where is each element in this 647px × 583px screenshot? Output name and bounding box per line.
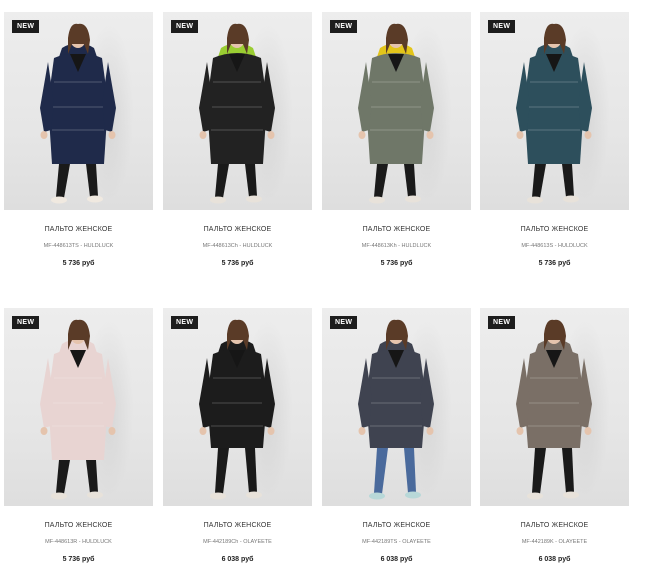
product-image[interactable]: NEW — [4, 308, 153, 506]
product-price: 5 736 руб — [221, 260, 254, 267]
model-figure — [40, 319, 116, 500]
product-card[interactable]: NEW ПАЛЬТО ЖЕНСКОЕ MF-448613S - HULDLUCK 5 … — [480, 12, 629, 267]
product-title[interactable]: ПАЛЬТО ЖЕНСКОЕ — [322, 226, 471, 233]
product-image[interactable]: NEW — [480, 12, 629, 210]
new-badge: NEW — [330, 20, 358, 33]
new-badge: NEW — [171, 316, 199, 329]
product-image[interactable]: NEW — [4, 12, 153, 210]
product-image[interactable]: NEW — [163, 12, 312, 210]
model-figure — [358, 319, 434, 500]
product-title[interactable]: ПАЛЬТО ЖЕНСКОЕ — [480, 226, 629, 233]
new-badge: NEW — [330, 316, 358, 329]
product-title[interactable]: ПАЛЬТО ЖЕНСКОЕ — [163, 522, 312, 529]
product-sku: MF-448613TS - HULDLUCK — [43, 243, 114, 249]
product-title[interactable]: ПАЛЬТО ЖЕНСКОЕ — [480, 522, 629, 529]
new-badge: NEW — [171, 20, 199, 33]
product-sku: MF-442189K - OLAYEETE — [521, 539, 588, 545]
new-badge: NEW — [12, 20, 40, 33]
product-title[interactable]: ПАЛЬТО ЖЕНСКОЕ — [163, 226, 312, 233]
model-figure — [516, 319, 592, 500]
product-title[interactable]: ПАЛЬТО ЖЕНСКОЕ — [4, 226, 153, 233]
product-sku: MF-448613R - HULDLUCK — [45, 539, 112, 545]
product-card[interactable]: NEW ПАЛЬТО ЖЕНСКОЕ MF-448613Kh - HULDLUCK 5… — [322, 12, 471, 267]
model-figure — [199, 319, 275, 500]
product-sku: MF-448613S - HULDLUCK — [521, 243, 588, 249]
product-sku: MF-442189TS - OLAYEETE — [362, 539, 431, 545]
model-figure — [199, 23, 275, 204]
product-sku: MF-448613Kh - HULDLUCK — [361, 243, 432, 249]
product-image[interactable]: NEW — [480, 308, 629, 506]
product-sku: MF-448613Ch - HULDLUCK — [202, 243, 273, 249]
product-price: 5 736 руб — [538, 260, 571, 267]
product-image[interactable]: NEW — [322, 12, 471, 210]
new-badge: NEW — [12, 316, 40, 329]
product-price: 6 038 руб — [538, 556, 571, 563]
product-card[interactable]: NEW ПАЛЬТО ЖЕНСКОЕ MF-442189K - OLAYEETE 6 … — [480, 308, 629, 563]
product-title[interactable]: ПАЛЬТО ЖЕНСКОЕ — [4, 522, 153, 529]
product-card[interactable]: NEW ПАЛЬТО ЖЕНСКОЕ MF-442189Ch - OLAYEETE 6… — [163, 308, 312, 563]
new-badge: NEW — [488, 316, 516, 329]
new-badge: NEW — [488, 20, 516, 33]
product-price: 6 038 руб — [221, 556, 254, 563]
product-sku: MF-442189Ch - OLAYEETE — [203, 539, 272, 545]
model-figure — [40, 23, 116, 204]
product-card[interactable]: NEW ПАЛЬТО ЖЕНСКОЕ MF-442189TS - OLAYEETE 6… — [322, 308, 471, 563]
product-price: 5 736 руб — [62, 556, 95, 563]
product-card[interactable]: NEW ПАЛЬТО ЖЕНСКОЕ MF-448613TS - HULDLUCK 5… — [4, 12, 153, 267]
model-figure — [358, 23, 434, 204]
product-price: 6 038 руб — [380, 556, 413, 563]
product-price: 5 736 руб — [380, 260, 413, 267]
product-image[interactable]: NEW — [163, 308, 312, 506]
product-card[interactable]: NEW ПАЛЬТО ЖЕНСКОЕ MF-448613R - HULDLUCK 5 … — [4, 308, 153, 563]
product-card[interactable]: NEW ПАЛЬТО ЖЕНСКОЕ MF-448613Ch - HULDLUCK 5… — [163, 12, 312, 267]
product-image[interactable]: NEW — [322, 308, 471, 506]
product-price: 5 736 руб — [62, 260, 95, 267]
model-figure — [516, 23, 592, 204]
product-title[interactable]: ПАЛЬТО ЖЕНСКОЕ — [322, 522, 471, 529]
